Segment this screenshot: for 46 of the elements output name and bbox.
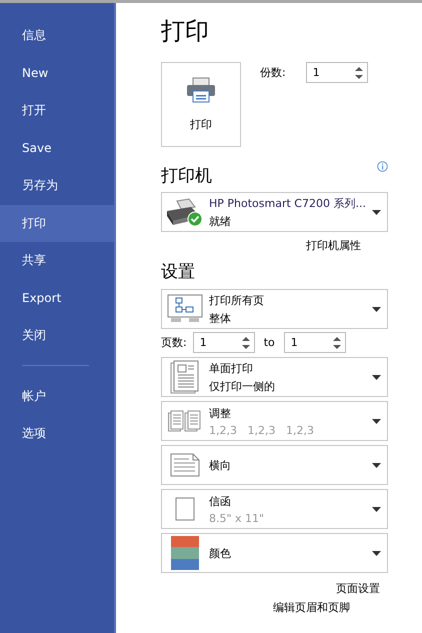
info-icon[interactable] <box>377 161 388 172</box>
settings-dropdown[interactable]: 打印所有页 整体 <box>161 289 388 329</box>
page-icon <box>175 497 195 521</box>
color-swatch-icon <box>171 536 199 570</box>
sidebar-item[interactable]: 信息 <box>0 17 114 54</box>
stacked-pages-icon <box>168 410 202 432</box>
sidebar-item[interactable]: 另存为 <box>0 167 114 204</box>
section-heading: 打印机 <box>161 165 212 187</box>
page-title: 打印 <box>161 16 210 46</box>
sidebar-item[interactable]: 关闭 <box>0 317 114 354</box>
page-setup-link[interactable]: 页面设置 <box>336 573 380 596</box>
header-footer-link[interactable]: 编辑页眉和页脚 <box>161 596 350 615</box>
section-heading: 设置 <box>161 261 196 283</box>
sidebar-item[interactable]: Export <box>0 280 114 317</box>
document-icon <box>170 360 200 394</box>
settings-dropdown[interactable]: 颜色 <box>161 533 388 573</box>
printer-icon <box>186 77 216 103</box>
dropdown-caret-icon <box>372 306 381 312</box>
printer-dropdown[interactable]: HP Photosmart C7200 系列... 就绪 <box>161 192 388 232</box>
pages-label: 页数: <box>161 335 187 350</box>
settings-dropdown[interactable]: 单面打印 仅打印一侧的 <box>161 357 388 397</box>
to-label: to <box>264 336 275 349</box>
settings-dropdown[interactable]: 信函 8.5" x 11" <box>161 489 388 529</box>
print-button[interactable]: 打印 <box>161 62 241 147</box>
pages-icon <box>167 294 203 324</box>
sidebar-item[interactable]: New <box>0 54 114 92</box>
dropdown-caret-icon <box>372 506 381 512</box>
sidebar-item[interactable]: 共享 <box>0 242 114 280</box>
dropdown-caret-icon <box>372 462 381 468</box>
sidebar-item[interactable]: 打印 <box>0 204 114 242</box>
printer-properties-link[interactable]: 打印机属性 <box>306 232 388 253</box>
dropdown-caret-icon <box>372 418 381 424</box>
dropdown-caret-icon <box>372 550 381 556</box>
sidebar-item[interactable]: 打开 <box>0 92 114 130</box>
copies-label: 份数: <box>260 65 286 80</box>
page-from-spinner[interactable]: 1 <box>192 332 255 353</box>
copies-spinner[interactable]: 1 <box>306 62 368 83</box>
sidebar-item[interactable]: 帐户 <box>0 378 114 415</box>
settings-dropdown[interactable]: 横向 <box>161 445 388 485</box>
settings-dropdown[interactable]: 调整 1,2,3 1,2,3 1,2,3 <box>161 401 388 441</box>
dropdown-caret-icon <box>372 374 381 380</box>
sidebar-item[interactable]: 选项 <box>0 415 114 452</box>
page-to-spinner[interactable]: 1 <box>284 332 346 353</box>
dropdown-caret-icon <box>372 210 381 214</box>
sidebar-item[interactable]: Save <box>0 130 114 167</box>
document-icon <box>170 453 200 477</box>
